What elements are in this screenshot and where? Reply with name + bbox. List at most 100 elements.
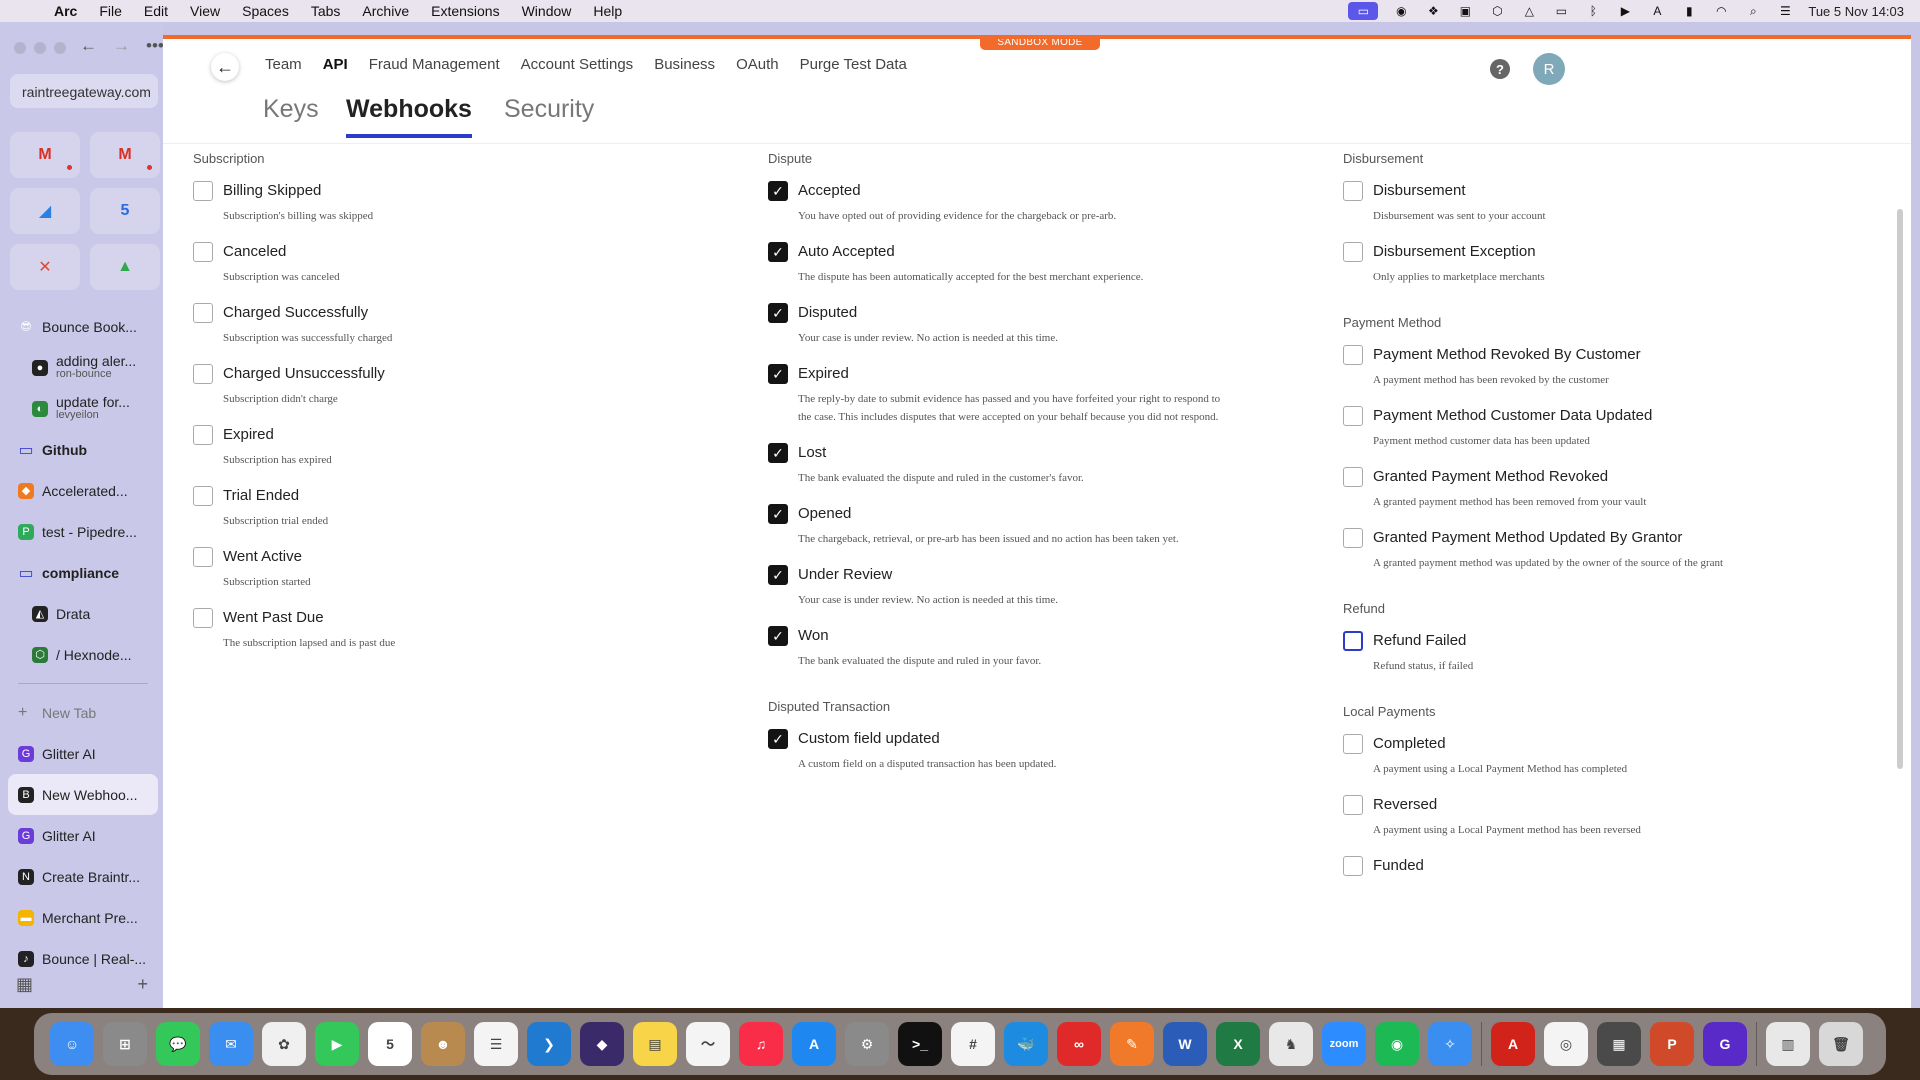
menu-item-extensions[interactable]: Extensions [431, 3, 499, 19]
bluetooth-icon[interactable]: ᛒ [1584, 4, 1602, 18]
vscode-icon[interactable]: ❯ [527, 1022, 571, 1066]
webhook-label[interactable]: Disbursement Exception [1373, 243, 1545, 261]
webhook-label[interactable]: Under Review [798, 566, 1058, 584]
webhook-checkbox[interactable] [1343, 528, 1363, 548]
webhook-label[interactable]: Payment Method Customer Data Updated [1373, 407, 1652, 425]
control-center-icon[interactable]: ☰ [1776, 4, 1794, 18]
webhook-label[interactable]: Reversed [1373, 796, 1641, 814]
new-space-icon[interactable]: + [137, 974, 148, 995]
calculator-icon[interactable]: ▦ [1597, 1022, 1641, 1066]
menu-item-window[interactable]: Window [522, 3, 572, 19]
creative-cloud-icon[interactable]: ∞ [1057, 1022, 1101, 1066]
nav-link-account-settings[interactable]: Account Settings [521, 56, 634, 73]
webhook-checkbox[interactable] [193, 608, 213, 628]
mail-icon[interactable]: ✉ [209, 1022, 253, 1066]
webhook-checkbox[interactable] [1343, 856, 1363, 876]
menu-item-edit[interactable]: Edit [144, 3, 168, 19]
chrome-icon[interactable]: ◎ [1544, 1022, 1588, 1066]
webhook-checkbox[interactable]: ✓ [768, 181, 788, 201]
close-window-button[interactable] [14, 42, 26, 54]
appstore-icon[interactable]: A [792, 1022, 836, 1066]
clock[interactable]: Tue 5 Nov 14:03 [1808, 4, 1904, 19]
webhook-label[interactable]: Accepted [798, 182, 1116, 200]
webhook-checkbox[interactable] [193, 547, 213, 567]
webhook-label[interactable]: Disbursement [1373, 182, 1546, 200]
menu-item-tabs[interactable]: Tabs [311, 3, 341, 19]
back-arrow-icon[interactable]: ← [80, 36, 97, 56]
favorite-0[interactable]: M [10, 132, 80, 178]
webhook-checkbox[interactable]: ✓ [768, 443, 788, 463]
webhook-label[interactable]: Opened [798, 505, 1179, 523]
calendar-icon[interactable]: 5 [368, 1022, 412, 1066]
webhook-label[interactable]: Expired [798, 365, 1228, 383]
app-menu[interactable]: Arc [54, 3, 77, 19]
webhook-label[interactable]: Canceled [223, 243, 340, 261]
menu-item-spaces[interactable]: Spaces [242, 3, 289, 19]
favorite-1[interactable]: M [90, 132, 160, 178]
webhook-label[interactable]: Trial Ended [223, 487, 328, 505]
hexnode-status-icon[interactable]: ⬡ [1488, 4, 1506, 18]
contacts-icon[interactable]: ☻ [421, 1022, 465, 1066]
webhook-label[interactable]: Charged Unsuccessfully [223, 365, 385, 383]
webhook-label[interactable]: Went Past Due [223, 609, 395, 627]
webhook-checkbox[interactable] [1343, 406, 1363, 426]
settings-icon[interactable]: ⚙ [845, 1022, 889, 1066]
wifi-icon[interactable]: ◠ [1712, 4, 1730, 18]
webhook-label[interactable]: Refund Failed [1373, 632, 1473, 650]
menu-item-view[interactable]: View [190, 3, 220, 19]
sidebar-tab[interactable]: Ptest - Pipedre... [8, 511, 158, 552]
scrollbar[interactable] [1897, 209, 1903, 769]
trash-icon[interactable]: 🗑 [1819, 1022, 1863, 1066]
webhook-checkbox[interactable] [1343, 467, 1363, 487]
spotlight-search-icon[interactable]: ⌕ [1744, 4, 1762, 18]
webhook-checkbox[interactable]: ✓ [768, 729, 788, 749]
sidebar-tab[interactable]: 😎 Bounce Book... [8, 306, 158, 347]
nav-link-api[interactable]: API [323, 56, 348, 73]
webhook-label[interactable]: Payment Method Revoked By Customer [1373, 346, 1641, 364]
sidebar-tab[interactable]: G Glitter AI [8, 733, 158, 774]
webhook-checkbox[interactable] [193, 364, 213, 384]
finder-icon[interactable]: ☺ [50, 1022, 94, 1066]
webhook-label[interactable]: Lost [798, 444, 1084, 462]
photos-icon[interactable]: ✿ [262, 1022, 306, 1066]
webhook-checkbox[interactable] [1343, 795, 1363, 815]
sidebar-tab[interactable]: ♪ Bounce | Real-... [8, 938, 158, 979]
acrobat-icon[interactable]: A [1491, 1022, 1535, 1066]
url-bar[interactable]: raintreegateway.com [10, 74, 158, 108]
webhook-checkbox[interactable] [1343, 181, 1363, 201]
messages-icon[interactable]: 💬 [156, 1022, 200, 1066]
sidebar-tab[interactable]: ◭ Drata [8, 593, 158, 634]
sidebar-tab[interactable]: ▭ Github [8, 429, 158, 470]
webhook-label[interactable]: Auto Accepted [798, 243, 1143, 261]
menu-item-archive[interactable]: Archive [362, 3, 409, 19]
forward-arrow-icon[interactable]: → [113, 36, 130, 56]
menu-item-file[interactable]: File [99, 3, 122, 19]
bartender-icon[interactable]: ♞ [1269, 1022, 1313, 1066]
webhook-checkbox[interactable] [193, 425, 213, 445]
avatar[interactable]: R [1533, 53, 1565, 85]
menu-item-help[interactable]: Help [593, 3, 622, 19]
webhook-label[interactable]: Went Active [223, 548, 311, 566]
library-icon[interactable]: ▦ [16, 974, 33, 995]
favorite-4[interactable]: ✕ [10, 244, 80, 290]
sidebar-tab[interactable]: B New Webhoo... [8, 774, 158, 815]
sidebar-tab[interactable]: N Create Braintr... [8, 856, 158, 897]
minimize-window-button[interactable] [34, 42, 46, 54]
help-button[interactable]: ? [1490, 59, 1510, 79]
affinity-icon[interactable]: ◆ [580, 1022, 624, 1066]
sidebar-tab[interactable]: ▭ compliance [8, 552, 158, 593]
word-icon[interactable]: W [1163, 1022, 1207, 1066]
webhook-checkbox[interactable] [193, 181, 213, 201]
webhook-checkbox[interactable] [1343, 242, 1363, 262]
webhook-checkbox[interactable] [193, 242, 213, 262]
battery-icon[interactable]: ▮ [1680, 4, 1698, 18]
webhook-label[interactable]: Custom field updated [798, 730, 1056, 748]
favorite-3[interactable]: 5 [90, 188, 160, 234]
sidebar-tab[interactable]: G Glitter AI [8, 815, 158, 856]
webhook-label[interactable]: Granted Payment Method Revoked [1373, 468, 1646, 486]
safari-icon[interactable]: ✧ [1428, 1022, 1472, 1066]
sidebar-tab[interactable]: ⬡ / Hexnode... [8, 634, 158, 675]
docker-status-icon[interactable]: ▣ [1456, 4, 1474, 18]
webhook-checkbox[interactable] [193, 486, 213, 506]
webhook-checkbox[interactable]: ✓ [768, 303, 788, 323]
